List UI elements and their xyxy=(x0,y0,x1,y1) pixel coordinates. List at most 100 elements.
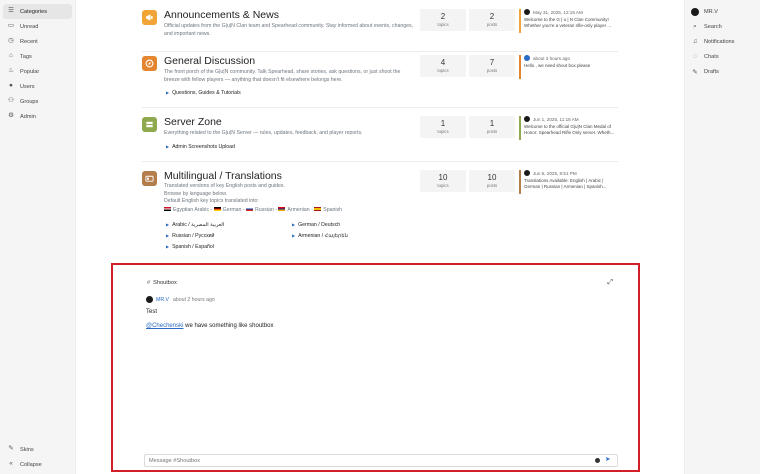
shoutbox-header: # Shoutbox xyxy=(147,280,177,286)
nav-drafts[interactable]: ✎ Drafts xyxy=(685,64,760,79)
subcategory-link[interactable]: ▶ Spanish / Español xyxy=(166,244,214,250)
subcategory-link[interactable]: ▶ Admin Screenshots Upload xyxy=(166,144,235,150)
armenia-flag-icon xyxy=(278,206,286,212)
category-general: General Discussion The front porch of th… xyxy=(142,55,618,103)
language-list: Egyptian Arabic - German - Russian - Arm… xyxy=(164,207,414,215)
last-post[interactable]: about 3 hours ago Hello , we need shout … xyxy=(519,55,618,79)
nav-label: Chats xyxy=(704,53,719,60)
subcategory-link[interactable]: ▶ Questions, Guides & Tutorials xyxy=(166,90,241,96)
bell-icon: ♫ xyxy=(692,38,698,45)
user-avatar xyxy=(691,7,699,16)
divider xyxy=(142,51,618,52)
hash-icon: # xyxy=(147,280,151,286)
message-author[interactable]: MR.V xyxy=(156,297,169,303)
avatar xyxy=(524,55,530,61)
posts-count: 10 posts xyxy=(469,170,515,192)
user-menu[interactable]: MR.V xyxy=(685,4,760,19)
topics-count: 4 topics xyxy=(420,55,466,77)
posts-count: 1 posts xyxy=(469,116,515,138)
nav-recent[interactable]: ◷ Recent xyxy=(3,34,72,49)
russia-flag-icon xyxy=(246,206,254,212)
group-icon: ⚇ xyxy=(8,97,14,105)
search-icon: ⌕ xyxy=(693,22,697,30)
category-description: Official updates from the G|u|N Clan tea… xyxy=(164,23,414,37)
paintbrush-icon: ✎ xyxy=(8,445,14,453)
subcategory-link[interactable]: ▶ Arabic / العربية المصرية xyxy=(166,222,224,228)
posts-count: 7 posts xyxy=(469,55,515,77)
nav-chats[interactable]: ◌ Chats xyxy=(685,49,760,64)
message-input[interactable] xyxy=(144,454,618,467)
nav-popular[interactable]: ♨ Popular xyxy=(3,64,72,79)
emoji-icon[interactable] xyxy=(595,458,600,463)
left-sidebar: ☰ Categories ▭ Unread ◷ Recent ⌂ Tags ♨ … xyxy=(0,0,76,474)
nav-skins[interactable]: ✎ Skins xyxy=(3,442,72,457)
nav-label: Unread xyxy=(20,23,39,30)
right-sidebar: MR.V ⌕ Search ♫ Notifications ◌ Chats ✎ … xyxy=(684,0,760,474)
message-text: Test xyxy=(146,309,158,315)
shoutbox-message: MR.V about 2 hours ago Test @Chechenski … xyxy=(146,296,274,329)
nav-label: Collapse xyxy=(20,461,42,468)
user-icon: ● xyxy=(9,82,13,90)
fire-icon: ♨ xyxy=(8,67,14,75)
germany-flag-icon xyxy=(213,206,221,212)
avatar xyxy=(524,116,530,122)
avatar xyxy=(524,170,530,176)
subcategory-link[interactable]: ▶ Russian / Русский xyxy=(166,233,214,239)
category-title[interactable]: Server Zone xyxy=(164,116,222,128)
nav-categories[interactable]: ☰ Categories xyxy=(3,4,72,19)
category-server: Server Zone Everything related to the G|… xyxy=(142,116,618,154)
divider xyxy=(142,161,618,162)
left-nav-bottom: ✎ Skins « Collapse xyxy=(0,442,75,472)
category-announcements: Announcements & News Official updates fr… xyxy=(142,9,618,49)
message-time: about 2 hours ago xyxy=(172,296,215,303)
subcategory-link[interactable]: ▶ German / Deutsch xyxy=(292,222,340,228)
nav-unread[interactable]: ▭ Unread xyxy=(3,19,72,34)
egypt-flag-icon xyxy=(164,206,171,212)
expand-icon[interactable]: ⤢ xyxy=(607,279,613,287)
category-title[interactable]: General Discussion xyxy=(164,55,255,67)
nav-label: Recent xyxy=(20,38,38,45)
category-title[interactable]: Announcements & News xyxy=(164,9,279,21)
nav-notifications[interactable]: ♫ Notifications xyxy=(685,34,760,49)
nav-label: Admin xyxy=(20,113,36,120)
compass-icon xyxy=(142,56,157,71)
nav-label: Notifications xyxy=(704,38,735,45)
posts-count: 2 posts xyxy=(469,9,515,31)
nav-groups[interactable]: ⚇ Groups xyxy=(3,94,72,109)
last-post[interactable]: Jun 1, 2025, 11:18 AM Welcome to the off… xyxy=(519,116,618,140)
nav-admin[interactable]: ⚙ Admin xyxy=(3,109,72,124)
clock-icon: ◷ xyxy=(8,37,14,45)
nav-collapse[interactable]: « Collapse xyxy=(3,457,72,472)
nav-label: Categories xyxy=(20,8,48,15)
topics-count: 2 topics xyxy=(420,9,466,31)
subcategory-link[interactable]: ▶ Armenian / Հայերեն xyxy=(292,233,348,239)
message-text: @Chechenski we have something like shout… xyxy=(146,323,274,329)
nav-search[interactable]: ⌕ Search xyxy=(685,19,760,34)
category-title[interactable]: Multilingual / Translations xyxy=(164,170,282,182)
gear-icon: ⚙ xyxy=(8,112,14,120)
user-mention-link[interactable]: @Chechenski xyxy=(146,323,183,329)
avatar xyxy=(524,9,530,15)
category-description: Everything related to the G|u|N Server —… xyxy=(164,130,363,136)
nav-label: Drafts xyxy=(704,68,719,75)
topics-count: 10 topics xyxy=(420,170,466,192)
nav-label: Skins xyxy=(20,446,34,453)
category-description: Translated versions of key English posts… xyxy=(164,183,414,214)
nav-label: Search xyxy=(704,23,722,30)
collapse-icon: « xyxy=(9,460,13,468)
nav-tags[interactable]: ⌂ Tags xyxy=(3,49,72,64)
nav-users[interactable]: ● Users xyxy=(3,79,72,94)
chat-icon: ◌ xyxy=(693,53,697,60)
inbox-icon: ▭ xyxy=(7,22,15,30)
topics-count: 1 topics xyxy=(420,116,466,138)
left-nav: ☰ Categories ▭ Unread ◷ Recent ⌂ Tags ♨ … xyxy=(0,0,75,124)
megaphone-icon xyxy=(142,10,157,25)
last-post[interactable]: Jun 6, 2025, 8:51 PM Translations Availa… xyxy=(519,170,618,194)
avatar xyxy=(146,296,153,303)
nav-label: Popular xyxy=(20,68,40,75)
categories-icon: ☰ xyxy=(8,7,14,15)
nav-label: Tags xyxy=(20,53,32,60)
last-post[interactable]: May 31, 2025, 12:15 AM Welcome to the G … xyxy=(519,9,618,33)
tag-icon: ⌂ xyxy=(9,52,13,60)
send-icon[interactable]: ➤ xyxy=(605,455,610,463)
